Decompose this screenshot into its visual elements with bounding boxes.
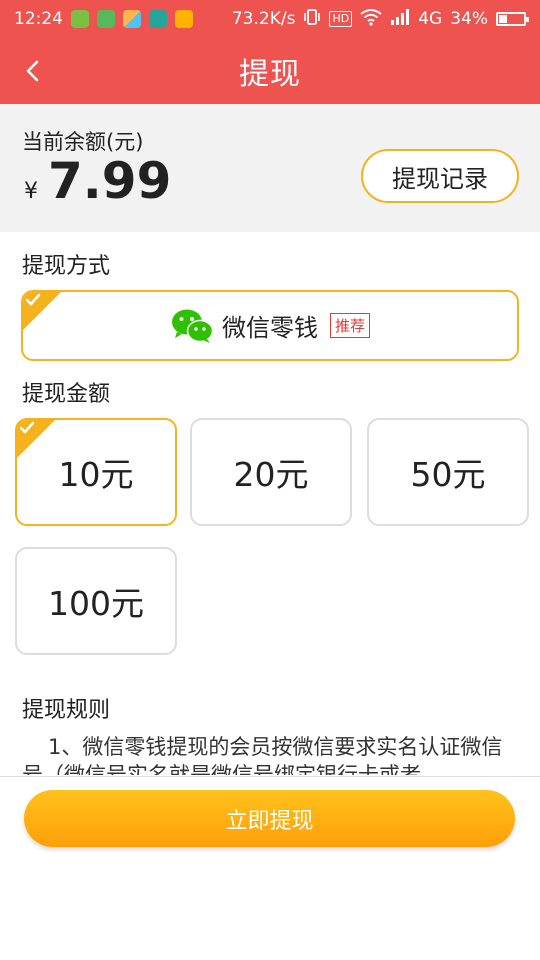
battery-icon <box>496 12 529 26</box>
wechat-icon <box>71 10 89 28</box>
vibrate-icon <box>303 8 321 31</box>
wifi-icon <box>360 8 382 31</box>
withdraw-records-button[interactable]: 提现记录 <box>361 149 519 203</box>
amount-option-10[interactable]: 10元 <box>15 418 177 526</box>
chevron-left-icon <box>26 60 39 82</box>
scan-icon <box>149 10 167 28</box>
wechat-wallet-option[interactable]: 微信零钱 推荐 <box>21 290 519 361</box>
amount-option-label: 20元 <box>233 455 309 494</box>
network-speed: 73.2K/s <box>231 9 296 29</box>
amount-option-label: 10元 <box>58 455 134 494</box>
battery-percent: 34% <box>450 9 488 29</box>
amount-option-20[interactable]: 20元 <box>190 418 352 526</box>
rules-section-title: 提现规则 <box>22 698 111 723</box>
method-section-title: 提现方式 <box>22 254 111 279</box>
gallery-icon <box>123 10 141 28</box>
app-icon <box>175 10 193 28</box>
amount-option-label: 100元 <box>48 584 144 623</box>
app-header: 提现 <box>0 38 540 104</box>
recommended-badge: 推荐 <box>329 313 370 338</box>
balance-value: 7.99 <box>48 152 172 210</box>
amount-section-title: 提现金额 <box>22 382 111 407</box>
wechat-icon <box>171 309 214 343</box>
rules-text: 1、微信零钱提现的会员按微信要求实名认证微信号（微信号实名就是微信号绑定银行卡或… <box>22 735 503 775</box>
hd-icon: HD <box>329 11 353 27</box>
status-bar: 12:24 73.2K/s HD 4G 34% <box>0 0 540 38</box>
page-title: 提现 <box>239 57 301 92</box>
back-button[interactable] <box>12 50 52 92</box>
method-label: 微信零钱 <box>221 314 318 342</box>
checkmark-icon <box>19 421 35 434</box>
sync-icon <box>97 10 115 28</box>
checkmark-icon <box>25 293 41 306</box>
amount-option-label: 50元 <box>410 455 486 494</box>
balance-panel: 当前余额(元) ¥ 7.99 提现记录 <box>0 104 540 232</box>
withdraw-now-button[interactable]: 立即提现 <box>24 790 515 847</box>
status-time: 12:24 <box>14 9 63 29</box>
currency-symbol: ¥ <box>24 179 38 204</box>
amount-option-100[interactable]: 100元 <box>15 547 177 655</box>
amount-option-50[interactable]: 50元 <box>367 418 529 526</box>
network-type: 4G <box>418 9 443 29</box>
balance-amount: ¥ 7.99 <box>24 152 171 210</box>
signal-icon <box>390 8 410 30</box>
